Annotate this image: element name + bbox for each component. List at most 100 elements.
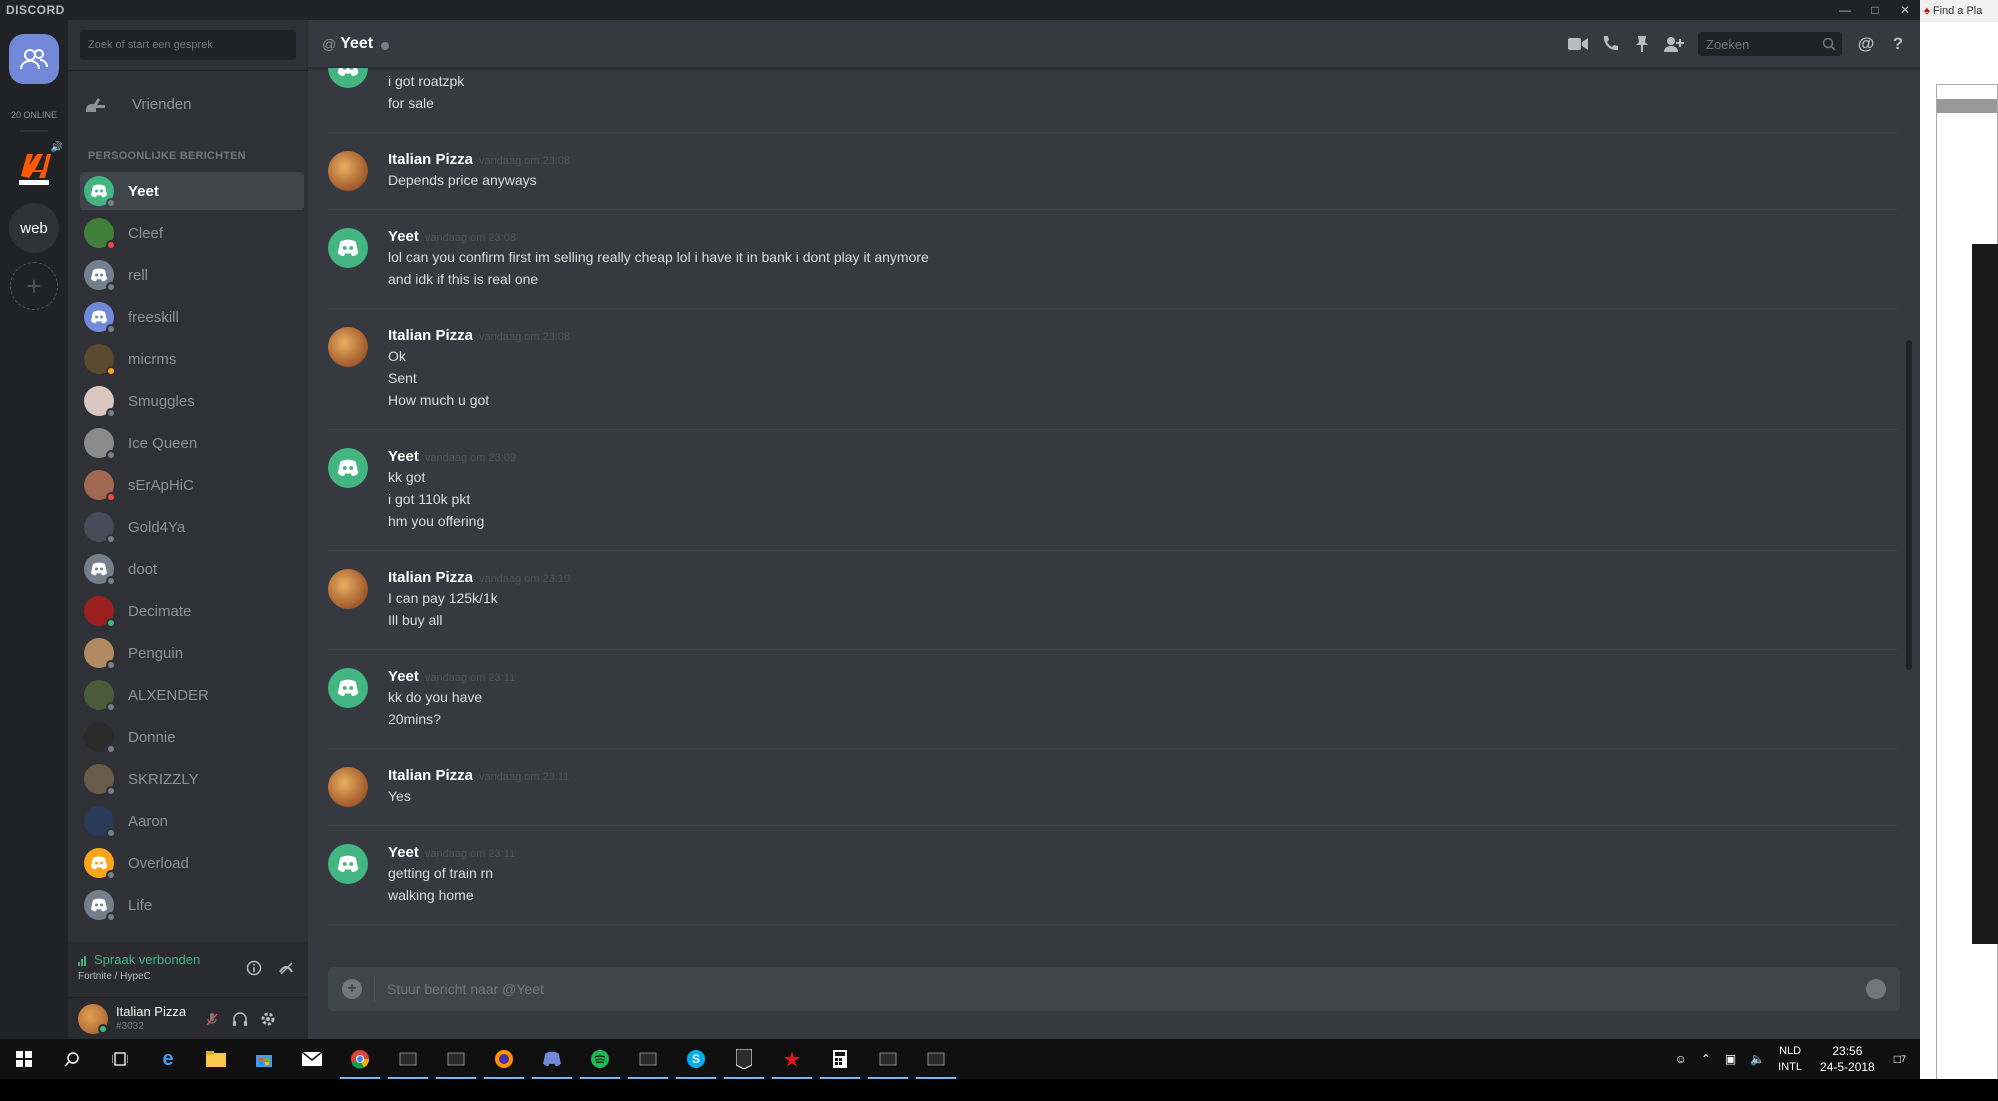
clock[interactable]: 23:56 24-5-2018 [1820, 1043, 1875, 1075]
taskbar-app[interactable] [624, 1039, 672, 1079]
settings-gear-icon[interactable] [260, 1011, 276, 1027]
browser-tab[interactable]: ♠ Find a Pla [1920, 0, 1998, 22]
voice-connection-panel: Spraak verbonden Fortnite / HypeC [68, 942, 308, 998]
dm-item[interactable]: Decimate [80, 592, 304, 630]
dm-item[interactable]: micrms [80, 340, 304, 378]
taskbar-app[interactable] [912, 1039, 960, 1079]
server-web[interactable]: web [9, 203, 59, 253]
taskbar-calculator[interactable] [816, 1039, 864, 1079]
dm-item[interactable]: Yeet [80, 172, 304, 210]
message-author[interactable]: Italian Pizza [388, 327, 473, 344]
avatar[interactable] [328, 844, 368, 884]
message-author[interactable]: Yeet [388, 448, 419, 465]
taskbar-edge[interactable]: e [144, 1039, 192, 1079]
voice-call-icon[interactable] [1598, 32, 1622, 56]
message-group: Yeet vandaag om 23:09 kk got i got 110k pkt… [328, 430, 1898, 551]
headphones-icon[interactable] [232, 1011, 248, 1027]
browser-tab-title: Find a Pla [1932, 5, 1983, 17]
mute-mic-icon[interactable] [204, 1011, 220, 1027]
add-server-button[interactable]: + [10, 262, 58, 310]
taskbar-firefox[interactable] [480, 1039, 528, 1079]
dm-item[interactable]: SKRIZZLY [80, 760, 304, 798]
video-call-icon[interactable] [1566, 32, 1590, 56]
maximize-icon[interactable]: □ [1860, 0, 1890, 20]
taskbar-discord[interactable] [528, 1039, 576, 1079]
dm-item[interactable]: Penguin [80, 634, 304, 672]
mentions-icon[interactable]: @ [1854, 32, 1878, 56]
taskbar-search[interactable] [48, 1039, 96, 1079]
search-input[interactable]: Zoeken [1698, 32, 1842, 56]
message-timestamp: vandaag om 23:08 [479, 331, 571, 343]
notifications-icon[interactable]: □ 7 [1894, 1052, 1906, 1066]
message-author[interactable]: Yeet [388, 844, 419, 861]
voice-channel-name[interactable]: Fortnite / HypeC [78, 971, 151, 982]
taskbar-mail[interactable] [288, 1039, 336, 1079]
voice-status-label: Spraak verbonden [94, 952, 201, 967]
dm-item[interactable]: Smuggles [80, 382, 304, 420]
taskbar-app[interactable] [384, 1039, 432, 1079]
add-friend-icon[interactable] [1662, 32, 1686, 56]
dm-item[interactable]: Ice Queen [80, 424, 304, 462]
avatar[interactable] [328, 68, 368, 88]
dm-item[interactable]: doot [80, 550, 304, 588]
help-icon[interactable]: ? [1886, 32, 1910, 56]
dm-item[interactable]: ALXENDER [80, 676, 304, 714]
taskbar-app[interactable] [864, 1039, 912, 1079]
dm-item[interactable]: Gold4Ya [80, 508, 304, 546]
friends-button[interactable]: Vrienden [80, 86, 296, 122]
taskbar-app[interactable] [432, 1039, 480, 1079]
taskbar-task-view[interactable] [96, 1039, 144, 1079]
tray-chevron-icon[interactable]: ⌃ [1701, 1052, 1711, 1066]
message-author[interactable]: Yeet [388, 668, 419, 685]
dm-item[interactable]: Aaron [80, 802, 304, 840]
pin-icon[interactable] [1630, 32, 1654, 56]
taskbar-chrome[interactable] [336, 1039, 384, 1079]
dm-item-name: Aaron [128, 812, 169, 830]
taskbar-pokerstars[interactable] [768, 1039, 816, 1079]
server-fnatic[interactable]: 🔊 [9, 142, 63, 192]
discord-logo-icon [91, 562, 107, 576]
close-icon[interactable]: ✕ [1890, 0, 1920, 20]
avatar[interactable] [328, 569, 368, 609]
taskbar-spotify[interactable] [576, 1039, 624, 1079]
message-author[interactable]: Italian Pizza [388, 569, 473, 586]
message-author[interactable]: Yeet [388, 228, 419, 245]
home-button[interactable] [9, 34, 59, 84]
dm-item[interactable]: Cleef [80, 214, 304, 252]
dm-item[interactable]: freeskill [80, 298, 304, 336]
taskbar-epic-games[interactable] [720, 1039, 768, 1079]
message-input[interactable] [387, 981, 1787, 997]
dm-item[interactable]: rell [80, 256, 304, 294]
dm-item[interactable]: Life [80, 886, 304, 924]
message-header: Yeet vandaag om 23:11 [388, 844, 1898, 862]
taskbar-skype[interactable]: S [672, 1039, 720, 1079]
emoji-picker-icon[interactable] [1866, 979, 1886, 999]
avatar [84, 470, 116, 502]
info-icon[interactable] [246, 960, 264, 978]
avatar[interactable] [328, 767, 368, 807]
taskbar-windows-start[interactable] [0, 1039, 48, 1079]
voice-status: Spraak verbonden [78, 952, 200, 967]
dm-item[interactable]: sErApHiC [80, 466, 304, 504]
avatar[interactable] [328, 327, 368, 367]
taskbar-store[interactable] [240, 1039, 288, 1079]
language-indicator[interactable]: NLD INTL [1778, 1043, 1802, 1075]
message-author[interactable]: Italian Pizza [388, 151, 473, 168]
disconnect-icon[interactable] [278, 960, 296, 978]
dm-search-input[interactable]: Zoek of start een gesprek [80, 30, 296, 60]
avatar[interactable] [328, 448, 368, 488]
message-author[interactable]: Italian Pizza [388, 767, 473, 784]
dm-item[interactable]: Donnie [80, 718, 304, 756]
taskbar-file-explorer[interactable] [192, 1039, 240, 1079]
minimize-icon[interactable]: — [1830, 0, 1860, 20]
upload-plus-icon[interactable]: + [342, 979, 362, 999]
people-icon[interactable]: ☺ [1675, 1052, 1687, 1066]
network-icon[interactable]: ▣ [1725, 1052, 1736, 1066]
avatar[interactable] [328, 151, 368, 191]
avatar[interactable] [328, 228, 368, 268]
dm-item-name: Penguin [128, 644, 184, 662]
avatar[interactable] [328, 668, 368, 708]
scrollbar[interactable] [1906, 340, 1912, 670]
volume-icon[interactable]: 🔈 [1750, 1052, 1765, 1066]
dm-item[interactable]: Overload [80, 844, 304, 882]
